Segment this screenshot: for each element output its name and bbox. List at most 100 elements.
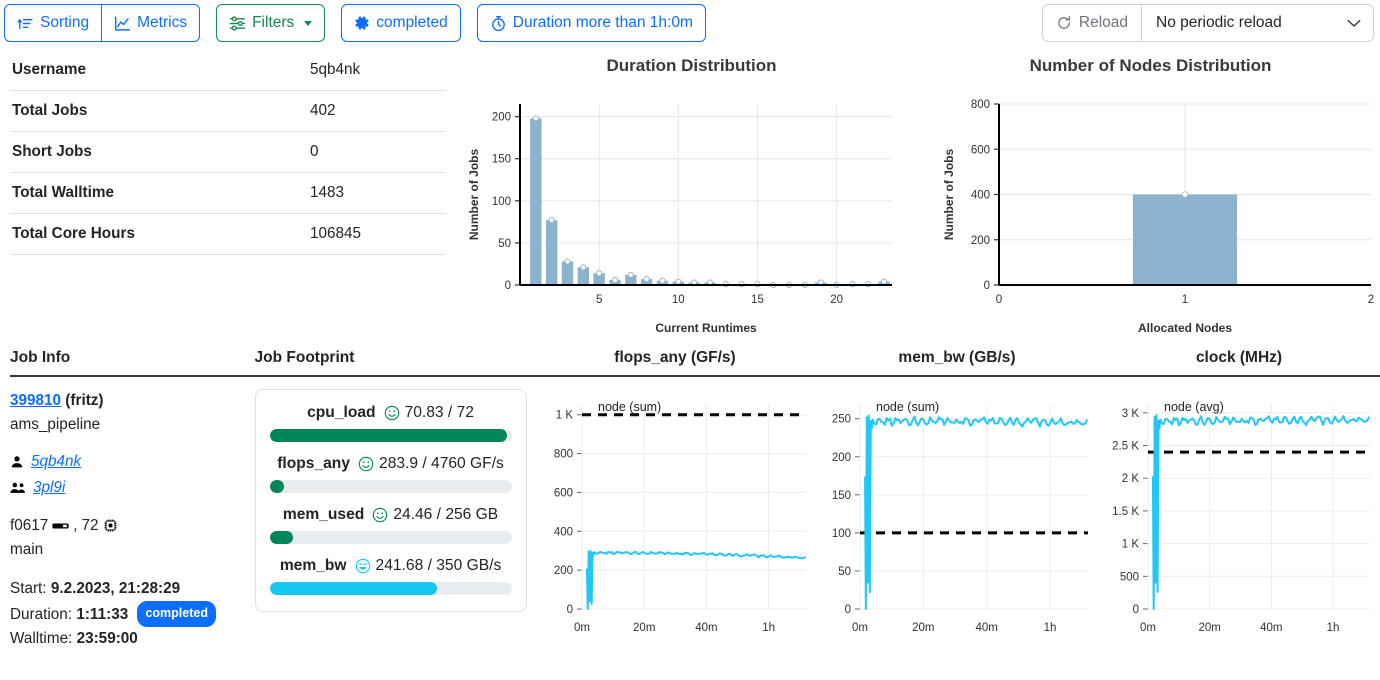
- job-info-column: Job Info 399810 (fritz) ams_pipeline 5qb…: [10, 341, 255, 661]
- svg-text:40m: 40m: [975, 622, 997, 634]
- svg-text:20m: 20m: [912, 622, 934, 634]
- nodes-distribution-chart: Number of Nodes Distribution 0 200 400 600 8…: [921, 46, 1380, 341]
- footprint-item-mem-bw: mem_bw 241.68 / 350 GB/s: [269, 557, 512, 595]
- stat-key: Total Walltime: [10, 172, 310, 214]
- user-stats-panel: Username 5qb4nk Total Jobs 402 Short Job…: [0, 46, 462, 341]
- users-group-icon: [10, 481, 26, 495]
- stopwatch-icon: [490, 15, 507, 32]
- footprint-progress-fill: [269, 582, 437, 595]
- reload-button[interactable]: Reload: [1041, 4, 1142, 42]
- job-resources-line: f0617 , 72: [10, 514, 255, 538]
- svg-text:200: 200: [971, 235, 990, 247]
- filters-label: Filters: [252, 14, 295, 32]
- svg-text:150: 150: [832, 490, 851, 502]
- user-icon: [10, 455, 24, 469]
- line-chart-icon: [114, 15, 131, 32]
- svg-text:600: 600: [971, 144, 990, 156]
- job-duration-label: Duration:: [10, 605, 73, 623]
- svg-text:500: 500: [1120, 571, 1139, 583]
- clock-plot[interactable]: 0 500 1 K 1.5 K 2 K 2.5 K 3 K 0m 20m 40m 1h node (a…: [1098, 387, 1380, 655]
- stat-value: 402: [310, 90, 446, 132]
- footprint-progress-fill: [269, 429, 507, 442]
- toolbar: Sorting Metrics Filters completed Durati…: [0, 0, 1380, 46]
- svg-text:800: 800: [554, 449, 573, 461]
- svg-text:40m: 40m: [695, 622, 717, 634]
- chart-title: Number of Nodes Distribution: [1029, 56, 1272, 75]
- column-header-mem-bw: mem_bw (GB/s): [816, 341, 1098, 377]
- filters-button[interactable]: Filters: [216, 4, 326, 42]
- footprint-progress-fill: [269, 480, 285, 493]
- job-cluster: (fritz): [65, 392, 104, 409]
- svg-text:0m: 0m: [574, 622, 590, 634]
- periodic-reload-select[interactable]: No periodic reload: [1142, 4, 1374, 42]
- svg-text:0: 0: [1133, 604, 1139, 616]
- filter-pill-duration[interactable]: Duration more than 1h:0m: [476, 4, 706, 42]
- footprint-metric-value: 283.9 / 4760 GF/s: [379, 455, 504, 472]
- job-list-row: Job Info 399810 (fritz) ams_pipeline 5qb…: [0, 341, 1380, 661]
- footprint-metric-value: 70.83 / 72: [404, 404, 474, 421]
- column-header-flops-any: flops_any (GF/s): [534, 341, 816, 377]
- flops-any-plot[interactable]: 0 200 400 600 800 1 K 0m 20m 40m 1h node (sum): [534, 387, 816, 655]
- reload-label: Reload: [1078, 14, 1128, 31]
- metrics-button[interactable]: Metrics: [101, 4, 201, 42]
- job-start-value: 9.2.2023, 21:28:29: [50, 580, 181, 598]
- job-id-link[interactable]: 399810: [10, 392, 61, 409]
- footprint-progress-bar: [269, 531, 512, 544]
- svg-text:150: 150: [492, 154, 511, 166]
- job-walltime-label: Walltime:: [10, 630, 73, 648]
- svg-text:40m: 40m: [1260, 622, 1282, 634]
- svg-text:100: 100: [832, 528, 851, 540]
- svg-text:0m: 0m: [852, 622, 868, 634]
- footprint-card: cpu_load 70.83 / 72 flops_any 283.9 / 47…: [254, 389, 527, 612]
- job-duration-line: Duration: 1:11:33 completed: [10, 600, 255, 628]
- table-row: Total Jobs 402: [10, 90, 446, 132]
- metric-column-mem-bw: mem_bw (GB/s) 0 50 100 150 200 250 0m 20m 40m 1h n…: [816, 341, 1098, 661]
- svg-text:50: 50: [498, 238, 511, 250]
- svg-text:node (avg): node (avg): [1164, 400, 1224, 414]
- sorting-button[interactable]: Sorting: [4, 4, 103, 42]
- job-name: ams_pipeline: [10, 415, 101, 433]
- column-header-job-info: Job Info: [10, 341, 255, 377]
- stat-key: Total Core Hours: [10, 213, 310, 255]
- user-stats-table: Username 5qb4nk Total Jobs 402 Short Job…: [10, 50, 446, 255]
- svg-text:1 K: 1 K: [1122, 539, 1140, 551]
- svg-text:0m: 0m: [1140, 622, 1156, 634]
- footprint-metric-name: cpu_load: [307, 404, 376, 421]
- footprint-progress-bar: [269, 429, 512, 442]
- footprint-metric-name: mem_bw: [279, 557, 347, 574]
- sorting-metrics-group: Sorting Metrics: [4, 4, 201, 42]
- metric-column-clock: clock (MHz) 0 500 1 K 1.5 K 2 K 2.5 K 3 K 0m 20m…: [1098, 341, 1380, 661]
- footprint-metric-name: mem_used: [282, 506, 365, 523]
- footprint-metric-value: 241.68 / 350 GB/s: [375, 557, 502, 574]
- job-project-link[interactable]: 3pl9i: [33, 476, 65, 500]
- svg-text:1h: 1h: [762, 622, 775, 634]
- chevron-down-icon: [304, 20, 313, 26]
- filter-sliders-icon: [229, 15, 246, 32]
- cpu-chip-icon: [103, 518, 118, 533]
- filter-pill-completed[interactable]: completed: [341, 4, 461, 42]
- svg-text:node (sum): node (sum): [876, 400, 939, 414]
- svg-text:5: 5: [596, 294, 602, 306]
- sorting-label: Sorting: [40, 14, 90, 32]
- nodes-histogram-plot[interactable]: 0 200 400 600 800 0 1 2 Number of Jobs Allocated …: [921, 90, 1380, 350]
- periodic-reload-value: No periodic reload: [1156, 14, 1282, 31]
- svg-text:Current Runtimes: Current Runtimes: [655, 321, 757, 335]
- svg-text:Number of Jobs: Number of Jobs: [942, 149, 956, 241]
- footprint-metric-name: flops_any: [277, 455, 351, 472]
- svg-text:20m: 20m: [633, 622, 655, 634]
- svg-text:600: 600: [554, 487, 573, 499]
- job-walltime-line: Walltime: 23:59:00: [10, 627, 255, 651]
- mem-bw-plot[interactable]: 0 50 100 150 200 250 0m 20m 40m 1h node (sum): [816, 387, 1098, 655]
- svg-text:800: 800: [971, 99, 990, 111]
- metric-column-flops-any: flops_any (GF/s) 0 200 400 600 800 1 K 0m 20m 40…: [534, 341, 816, 661]
- stat-key: Short Jobs: [10, 131, 310, 173]
- smiley-face-icon: [372, 507, 388, 523]
- svg-text:1h: 1h: [1327, 622, 1340, 634]
- job-id-line: 399810 (fritz): [10, 389, 255, 413]
- svg-text:50: 50: [838, 566, 851, 578]
- job-info-body: 399810 (fritz) ams_pipeline 5qb4nk 3pl9i…: [10, 377, 255, 651]
- job-user-link[interactable]: 5qb4nk: [31, 450, 81, 474]
- svg-text:0: 0: [567, 604, 573, 616]
- svg-text:0: 0: [505, 280, 511, 292]
- duration-histogram-plot[interactable]: 0 50 100 150 200 5 10 15 20 Number of Jobs Current…: [462, 90, 921, 350]
